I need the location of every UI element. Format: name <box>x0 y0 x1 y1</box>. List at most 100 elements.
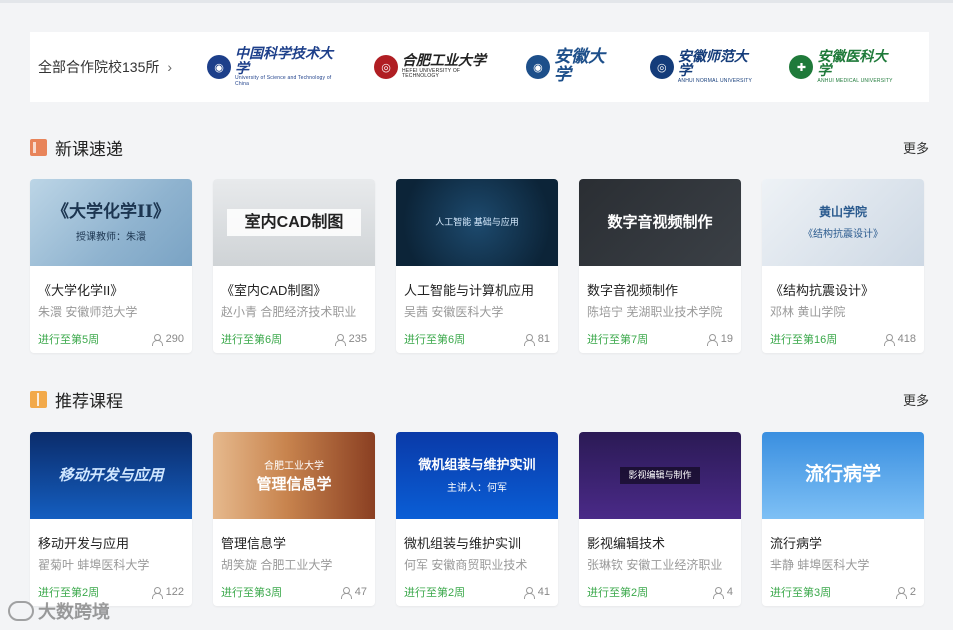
partner-name: 安徽医科大学 <box>817 48 888 80</box>
user-icon <box>523 333 535 346</box>
course-progress: 进行至第6周 <box>404 334 466 346</box>
partner-name: 中国科学技术大学 <box>235 46 334 77</box>
course-card[interactable]: 移动开发与应用 移动开发与应用 翟菊叶 蚌埠医科大学 进行至第2周 122 <box>30 432 192 606</box>
course-meta: 翟菊叶 蚌埠医科大学 <box>38 558 150 572</box>
course-meta: 陈培宁 芜湖职业技术学院 <box>587 305 723 319</box>
partner-sub: ANHUI NORMAL UNIVERSITY <box>677 78 753 85</box>
book-icon <box>30 138 47 156</box>
course-meta: 张琳钦 安徽工业经济职业 <box>587 558 723 572</box>
course-title: 流行病学 <box>770 536 823 551</box>
user-icon <box>895 586 907 599</box>
enrollment-count: 2 <box>909 586 916 598</box>
course-title: 微机组装与维护实训 <box>404 536 522 551</box>
cover-subtitle: 主讲人：何军 <box>447 482 507 494</box>
course-meta: 赵小青 合肥经济技术职业 <box>221 305 357 319</box>
cover-title: 《大学化学II》 <box>52 201 170 222</box>
course-progress: 进行至第3周 <box>221 587 283 599</box>
user-icon <box>340 586 352 599</box>
enrollment-count: 235 <box>348 333 367 345</box>
course-cover: 流行病学 <box>762 432 924 519</box>
cover-title: 管理信息学 <box>256 476 332 493</box>
enrollment-count: 81 <box>537 333 550 345</box>
course-meta: 朱澴 安徽师范大学 <box>38 305 138 319</box>
course-card[interactable]: 合肥工业大学 管理信息学 管理信息学 胡笑旋 合肥工业大学 进行至第3周 47 <box>213 432 375 606</box>
user-icon <box>151 333 163 346</box>
new-courses-title: 新课速递 <box>55 139 123 159</box>
watermark: 大数跨境 <box>8 598 110 624</box>
partner-name: 安徽师范大学 <box>677 48 748 80</box>
chevron-right-icon: › <box>167 59 173 75</box>
course-progress: 进行至第2周 <box>587 587 649 599</box>
partner-sub: ANHUI MEDICAL UNIVERSITY <box>817 78 893 85</box>
ahu-emblem-icon: ◉ <box>525 55 550 79</box>
recommended-title: 推荐课程 <box>55 391 123 411</box>
partner-logo-1[interactable]: ◎ 合肥工业大学 HEFEI UNIVERSITY OF TECHNOLOGY <box>374 50 496 84</box>
recommended-more-link[interactable]: 更多 <box>903 390 929 409</box>
course-card[interactable]: 流行病学 流行病学 芈静 蚌埠医科大学 进行至第3周 2 <box>762 432 924 606</box>
course-title: 移动开发与应用 <box>38 536 130 551</box>
ustc-emblem-icon: ◉ <box>207 55 232 79</box>
course-meta: 芈静 蚌埠医科大学 <box>770 558 870 572</box>
course-card[interactable]: 室内CAD制图 《室内CAD制图》 赵小青 合肥经济技术职业 进行至第6周 23… <box>213 179 375 353</box>
enrollment-count: 4 <box>726 586 733 598</box>
cover-title: 微机组装与维护实训 <box>418 457 536 473</box>
user-icon <box>523 586 535 599</box>
course-card[interactable]: 微机组装与维护实训 主讲人：何军 微机组装与维护实训 何军 安徽商贸职业技术 进… <box>396 432 558 606</box>
course-progress: 进行至第5周 <box>38 334 100 346</box>
new-courses-list: 《大学化学II》 授课教师：朱澴 《大学化学II》 朱澴 安徽师范大学 进行至第… <box>30 179 924 353</box>
watermark-text: 大数跨境 <box>38 602 110 622</box>
course-progress: 进行至第7周 <box>587 334 649 346</box>
partner-logo-4[interactable]: ✚ 安徽医科大学 ANHUI MEDICAL UNIVERSITY <box>789 48 899 85</box>
course-cover: 移动开发与应用 <box>30 432 192 519</box>
cover-title: 黄山学院 <box>818 204 867 219</box>
course-cover: 合肥工业大学 管理信息学 <box>213 432 375 519</box>
cover-subtitle: 《结构抗震设计》 <box>803 229 883 241</box>
course-cover: 数字音视频制作 <box>579 179 741 266</box>
enrollment-count: 41 <box>537 586 550 598</box>
partner-logos: ◉ 中国科学技术大学 University of Science and Tec… <box>207 46 929 86</box>
enrollment-count: 47 <box>354 586 367 598</box>
enrollment-count: 290 <box>165 333 184 345</box>
enrollment-count: 418 <box>897 333 916 345</box>
user-icon <box>883 333 895 346</box>
course-card[interactable]: 影视编辑与制作 影视编辑技术 张琳钦 安徽工业经济职业 进行至第2周 4 <box>579 432 741 606</box>
course-title: 《大学化学II》 <box>38 283 124 298</box>
course-card[interactable]: 《大学化学II》 授课教师：朱澴 《大学化学II》 朱澴 安徽师范大学 进行至第… <box>30 179 192 353</box>
cover-title: 流行病学 <box>804 464 881 486</box>
course-cover: 微机组装与维护实训 主讲人：何军 <box>396 432 558 519</box>
partner-name: 安徽大学 <box>553 47 605 85</box>
course-card[interactable]: 黄山学院 《结构抗震设计》 《结构抗震设计》 邓林 黄山学院 进行至第16周 4… <box>762 179 924 353</box>
course-cover: 《大学化学II》 授课教师：朱澴 <box>30 179 192 266</box>
partner-sub: HEFEI UNIVERSITY OF TECHNOLOGY <box>402 68 461 80</box>
course-card[interactable]: 人工智能 基础与应用 人工智能与计算机应用 吴茜 安徽医科大学 进行至第6周 8… <box>396 179 558 353</box>
cover-title: 移动开发与应用 <box>58 466 164 484</box>
course-cover: 黄山学院 《结构抗震设计》 <box>762 179 924 266</box>
course-title: 管理信息学 <box>221 536 287 551</box>
hfut-emblem-icon: ◎ <box>374 55 398 79</box>
course-card[interactable]: 数字音视频制作 数字音视频制作 陈培宁 芜湖职业技术学院 进行至第7周 19 <box>579 179 741 353</box>
enrollment-count: 19 <box>720 333 733 345</box>
cover-subtitle: 授课教师：朱澴 <box>76 232 146 244</box>
course-meta: 邓林 黄山学院 <box>770 305 846 319</box>
recommended-list: 移动开发与应用 移动开发与应用 翟菊叶 蚌埠医科大学 进行至第2周 122 合肥… <box>30 432 924 606</box>
cover-title: 室内CAD制图 <box>226 208 362 237</box>
enrollment-count: 122 <box>165 586 184 598</box>
cover-title: 数字音视频制作 <box>607 213 713 231</box>
course-title: 《室内CAD制图》 <box>221 283 327 298</box>
course-progress: 进行至第2周 <box>404 587 466 599</box>
all-partners-link[interactable]: 全部合作院校135所 › <box>38 57 207 77</box>
partner-logo-2[interactable]: ◉ 安徽大学 <box>525 47 620 85</box>
course-title: 数字音视频制作 <box>587 283 679 298</box>
ahnu-emblem-icon: ◎ <box>649 55 674 79</box>
partner-schools-bar: 全部合作院校135所 › ◉ 中国科学技术大学 University of Sc… <box>30 32 929 102</box>
course-title: 人工智能与计算机应用 <box>404 283 535 298</box>
course-meta: 胡笑旋 合肥工业大学 <box>221 558 333 572</box>
cover-title: 影视编辑与制作 <box>620 467 700 484</box>
partner-logo-3[interactable]: ◎ 安徽师范大学 ANHUI NORMAL UNIVERSITY <box>649 48 760 85</box>
course-meta: 何军 安徽商贸职业技术 <box>404 558 528 572</box>
user-icon <box>151 586 163 599</box>
new-courses-more-link[interactable]: 更多 <box>903 138 929 157</box>
user-icon <box>706 333 718 346</box>
partner-logo-0[interactable]: ◉ 中国科学技术大学 University of Science and Tec… <box>207 46 344 86</box>
course-progress: 进行至第6周 <box>221 334 283 346</box>
